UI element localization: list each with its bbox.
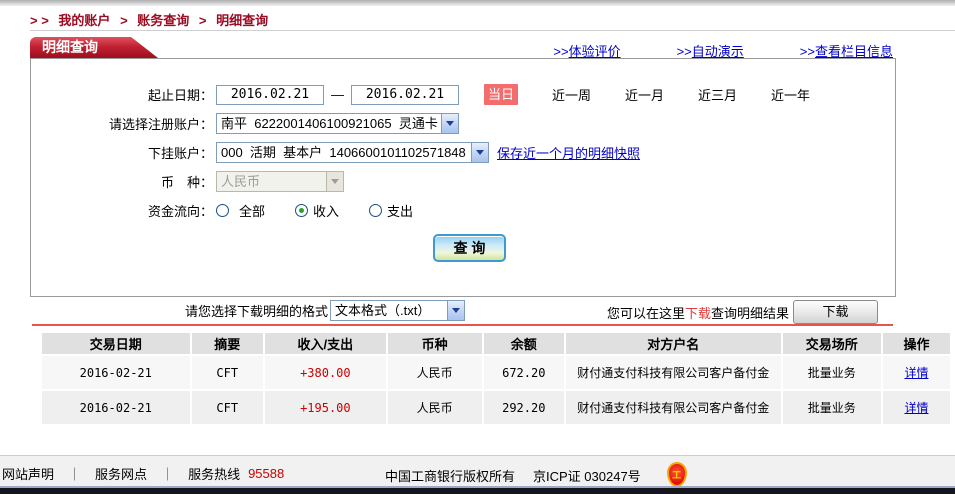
save-snapshot-link[interactable]: 保存近一个月的明细快照: [497, 143, 640, 162]
col-amount: 收入/支出: [265, 333, 386, 354]
top-gradient-bar: [0, 0, 955, 6]
cell-balance: 672.20: [484, 356, 564, 389]
table-row: 2016-02-21 CFT +380.00 人民币 672.20 财付通支付科…: [42, 356, 950, 389]
download-format-select[interactable]: 文本格式（.txt）: [330, 300, 465, 321]
cell-amount: +380.00: [265, 356, 386, 389]
flow-direction-label: 资金流向：: [31, 201, 216, 220]
date-dash: —: [331, 87, 344, 102]
cell-venue: 批量业务: [783, 356, 881, 389]
download-hint-suffix: 查询明细结果: [711, 303, 789, 322]
col-summary: 摘要: [192, 333, 264, 354]
table-header-row: 交易日期 摘要 收入/支出 币种 余额 对方户名 交易场所 操作: [42, 333, 950, 354]
icbc-seal-icon: 工: [667, 462, 687, 487]
breadcrumb-divider: [30, 30, 955, 31]
cell-summary: CFT: [192, 356, 264, 389]
cell-currency: 人民币: [388, 356, 482, 389]
col-action: 操作: [883, 333, 950, 354]
red-divider: [32, 324, 893, 326]
currency-label: 币 种：: [31, 172, 216, 191]
chevron-down-icon: [441, 114, 458, 133]
sub-account-select[interactable]: 000 活期 基本户 1406600101102571848: [216, 142, 489, 163]
cell-date: 2016-02-21: [42, 356, 190, 389]
cell-summary: CFT: [192, 391, 264, 424]
bottom-dark-bar: [0, 486, 955, 494]
footer-copyright: 中国工商银行版权所有 京ICP证 030247号 工: [385, 464, 687, 487]
query-form-panel: 起止日期： 2016.02.21 — 2016.02.21 当日 近一周 近一月…: [30, 58, 896, 297]
breadcrumb-separator: >: [120, 13, 128, 28]
radio-unchecked-icon[interactable]: [216, 204, 229, 217]
register-account-row: 请选择注册账户： 南平 6222001406100921065 灵通卡: [31, 109, 895, 138]
col-venue: 交易场所: [783, 333, 881, 354]
col-balance: 余额: [484, 333, 564, 354]
date-range-label: 起止日期：: [31, 85, 216, 104]
flow-option-all[interactable]: 全部: [216, 201, 265, 220]
footer: 网站声明 ｜ 服务网点 ｜ 服务热线 95588 中国工商银行版权所有 京ICP…: [0, 455, 955, 486]
quick-link-week[interactable]: 近一周: [552, 85, 591, 104]
service-branches-link[interactable]: 服务网点: [95, 464, 147, 483]
date-from-input[interactable]: 2016.02.21: [216, 85, 324, 105]
currency-select-disabled: 人民币: [216, 171, 344, 192]
site-statement-link[interactable]: 网站声明: [2, 464, 54, 483]
download-hint-emphasis: 下载: [685, 303, 711, 322]
flow-direction-row: 资金流向： 全部 收入 支出: [31, 196, 895, 225]
download-format-label: 请您选择下载明细的格式: [185, 301, 328, 320]
quick-link-year[interactable]: 近一年: [771, 85, 810, 104]
breadcrumb-separator: >: [199, 13, 207, 28]
detail-link[interactable]: 详情: [904, 366, 928, 380]
cell-counterparty: 财付通支付科技有限公司客户备付金: [566, 391, 781, 424]
table-row: 2016-02-21 CFT +195.00 人民币 292.20 财付通支付科…: [42, 391, 950, 424]
col-currency: 币种: [388, 333, 482, 354]
quick-link-quarter[interactable]: 近三月: [698, 85, 737, 104]
cell-venue: 批量业务: [783, 391, 881, 424]
breadcrumb-prefix: > >: [30, 13, 49, 28]
radio-unchecked-icon[interactable]: [369, 204, 382, 217]
download-hint-group: 您可以在这里 下载 查询明细结果 下载: [607, 300, 878, 324]
register-account-label: 请选择注册账户：: [31, 114, 216, 133]
radio-checked-icon[interactable]: [295, 204, 308, 217]
chevron-down-icon: [326, 172, 343, 191]
sub-account-row: 下挂账户： 000 活期 基本户 1406600101102571848 保存近…: [31, 138, 895, 167]
flow-option-expense[interactable]: 支出: [369, 201, 413, 220]
chevron-down-icon: [471, 143, 488, 162]
cell-balance: 292.20: [484, 391, 564, 424]
cell-currency: 人民币: [388, 391, 482, 424]
currency-row: 币 种： 人民币: [31, 167, 895, 196]
cell-date: 2016-02-21: [42, 391, 190, 424]
query-button[interactable]: 查 询: [433, 234, 506, 262]
detail-link[interactable]: 详情: [904, 401, 928, 415]
transaction-table: 交易日期 摘要 收入/支出 币种 余额 对方户名 交易场所 操作 2016-02…: [40, 331, 952, 426]
cell-counterparty: 财付通支付科技有限公司客户备付金: [566, 356, 781, 389]
flow-option-income[interactable]: 收入: [295, 201, 339, 220]
hotline-label: 服务热线: [188, 464, 240, 483]
date-to-input[interactable]: 2016.02.21: [351, 85, 459, 105]
register-account-select[interactable]: 南平 6222001406100921065 灵通卡: [216, 113, 459, 134]
date-range-row: 起止日期： 2016.02.21 — 2016.02.21 当日 近一周 近一月…: [31, 80, 895, 109]
breadcrumb-item-detail-query[interactable]: 明细查询: [216, 13, 268, 28]
copyright-text: 中国工商银行版权所有: [385, 466, 515, 485]
breadcrumb-item-my-account[interactable]: 我的账户: [58, 13, 110, 28]
hotline-number: 95588: [248, 466, 284, 481]
col-counterparty: 对方户名: [566, 333, 781, 354]
cell-amount: +195.00: [265, 391, 386, 424]
download-hint-prefix: 您可以在这里: [607, 303, 685, 322]
col-date: 交易日期: [42, 333, 190, 354]
footer-links: 网站声明 ｜ 服务网点 ｜ 服务热线 95588: [2, 464, 284, 483]
sub-account-label: 下挂账户：: [31, 143, 216, 162]
breadcrumb: > > 我的账户 > 账务查询 > 明细查询: [30, 10, 274, 29]
breadcrumb-item-account-query[interactable]: 账务查询: [137, 13, 189, 28]
icp-license: 京ICP证 030247号: [533, 466, 641, 485]
quick-link-month[interactable]: 近一月: [625, 85, 664, 104]
download-row: 请您选择下载明细的格式 文本格式（.txt） 您可以在这里 下载 查询明细结果 …: [0, 300, 955, 324]
chevron-down-icon: [447, 301, 464, 320]
download-format-group: 请您选择下载明细的格式 文本格式（.txt）: [185, 300, 465, 321]
download-button[interactable]: 下载: [793, 300, 878, 324]
today-button[interactable]: 当日: [484, 84, 518, 105]
tab-detail-query: 明细查询: [30, 37, 158, 58]
